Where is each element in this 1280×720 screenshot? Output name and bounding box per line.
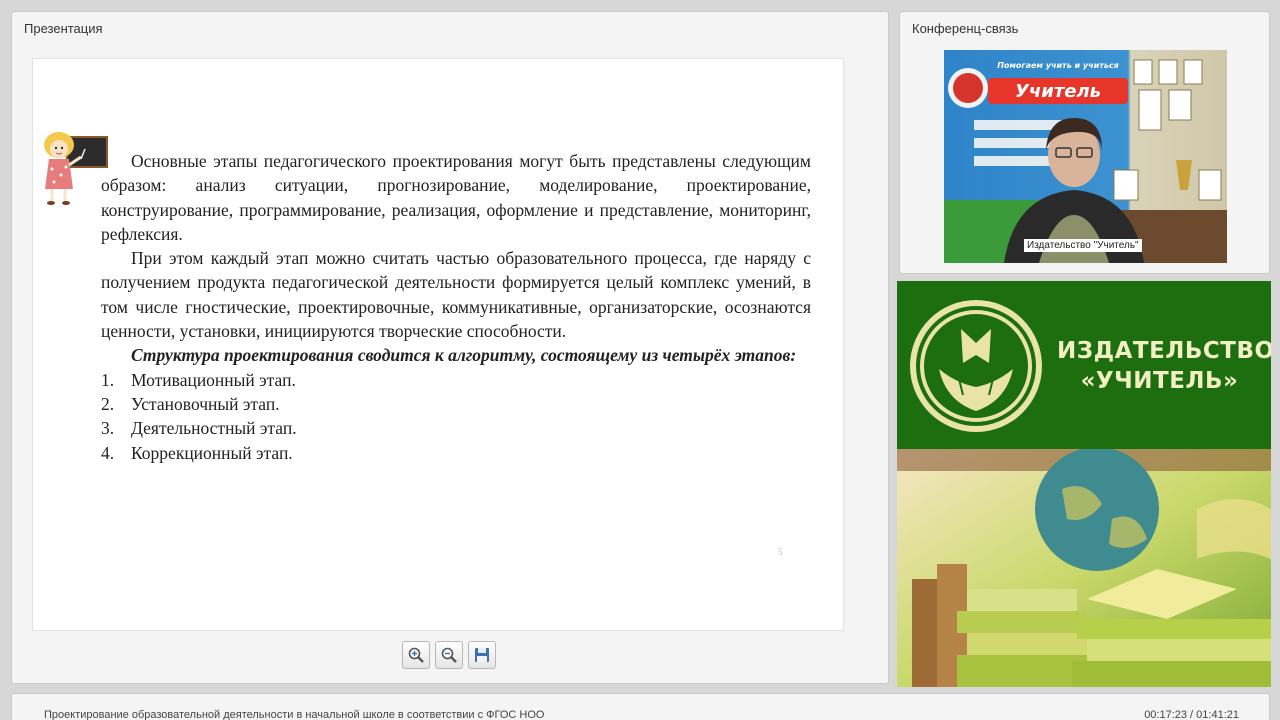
slide-paragraph-3: Структура проектирования сводится к алго…: [131, 345, 797, 366]
stages-list: 1. Мотивационный этап. 2. Установочный эта…: [101, 368, 811, 465]
publisher-logo-icon: [910, 300, 1042, 432]
slide-body: Основные этапы педагогического проектиро…: [101, 149, 811, 465]
zoom-out-button[interactable]: [435, 641, 463, 669]
list-item: 3. Деятельностный этап.: [101, 418, 297, 439]
slide: Основные этапы педагогического проектиро…: [32, 58, 844, 631]
presentation-title: Презентация: [24, 21, 103, 36]
playback-time: 00:17:23 / 01:41:21: [1144, 709, 1239, 720]
teacher-illustration-icon: [44, 132, 108, 205]
zoom-in-button[interactable]: [402, 641, 430, 669]
presentation-panel: Презентация Основные этапы педагогическо…: [11, 11, 889, 684]
video-banner-brand: Учитель: [1015, 81, 1101, 102]
slide-paragraph-2: При этом каждый этап можно считать часть…: [101, 248, 811, 342]
publisher-banner[interactable]: ИЗДАТЕЛЬСТВО «УЧИТЕЛЬ»: [897, 281, 1271, 687]
video-feed[interactable]: Учитель Помогаем учить и учиться Издател…: [944, 50, 1227, 263]
slide-toolbar: [402, 641, 496, 669]
presenter-video-image: Учитель Помогаем учить и учиться: [944, 50, 1227, 263]
books-globe-image: [897, 449, 1271, 687]
list-item: 4. Коррекционный этап.: [101, 442, 293, 463]
presenter-label: Издательство "Учитель": [1024, 239, 1142, 252]
conference-panel: Конференц-связь Учитель Помогаем учить и…: [899, 11, 1270, 274]
slide-paragraph-1: Основные этапы педагогического проектиро…: [101, 151, 811, 244]
save-button[interactable]: [468, 641, 496, 669]
floppy-disk-icon: [475, 648, 489, 662]
banner-logo-area: ИЗДАТЕЛЬСТВО «УЧИТЕЛЬ»: [897, 281, 1271, 449]
footer-bar: Проектирование образовательной деятельно…: [11, 693, 1270, 720]
video-banner-slogan: Помогаем учить и учиться: [997, 61, 1119, 70]
zoom-out-icon: [441, 647, 457, 663]
conference-title: Конференц-связь: [912, 21, 1019, 36]
slide-page-number: 5: [778, 547, 783, 557]
publisher-name: ИЗДАТЕЛЬСТВО «УЧИТЕЛЬ»: [1057, 338, 1271, 394]
list-item: 2. Установочный этап.: [101, 393, 280, 414]
list-item: 1. Мотивационный этап.: [101, 369, 296, 390]
webinar-title: Проектирование образовательной деятельно…: [44, 709, 545, 720]
zoom-in-icon: [408, 647, 424, 663]
